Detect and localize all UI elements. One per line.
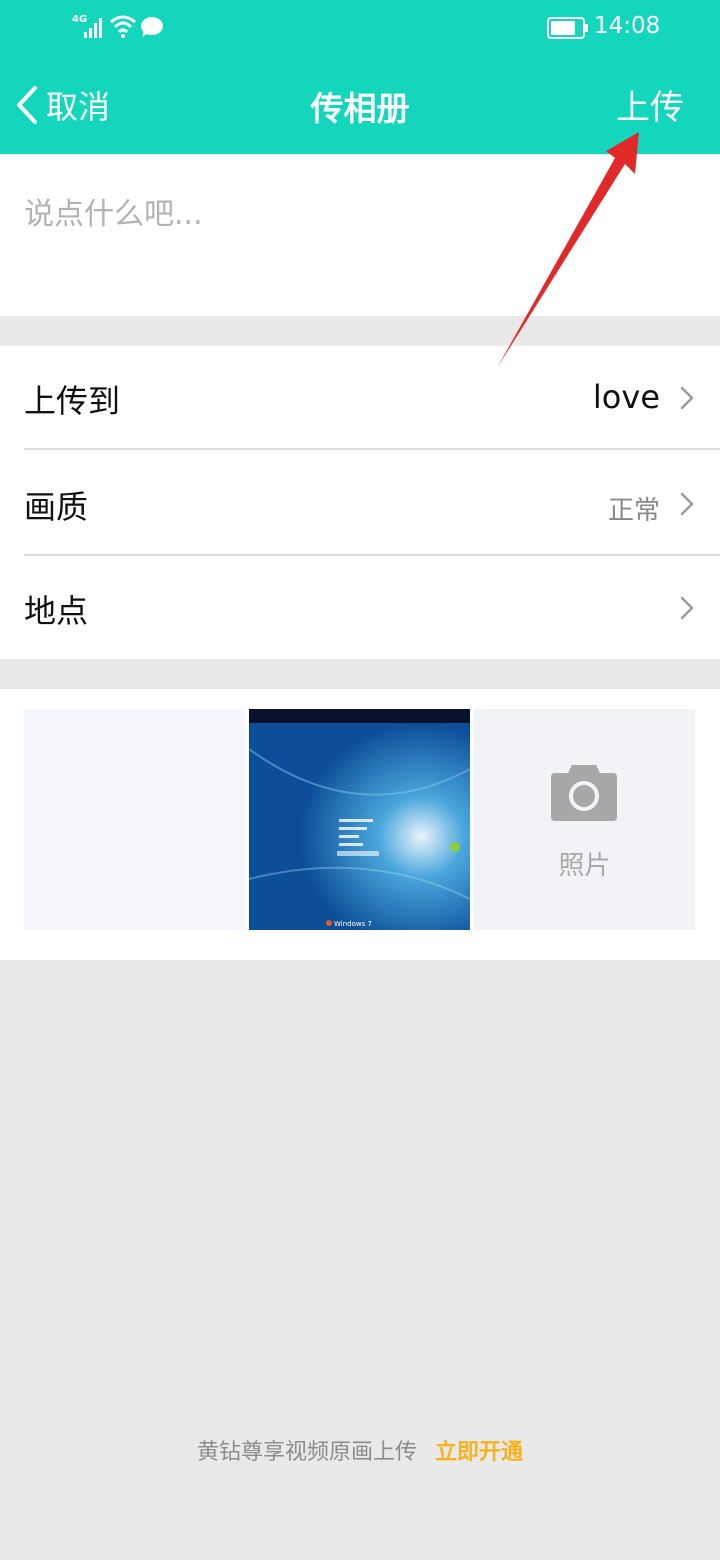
caption-input[interactable] <box>24 189 694 289</box>
photo-grid: Windows 7 照片 <box>0 689 720 960</box>
upload-destination-label: 上传到 <box>24 382 121 420</box>
chevron-right-icon <box>680 492 694 516</box>
battery-icon <box>547 17 588 39</box>
quality-label: 画质 <box>24 488 89 526</box>
quality-value: 正常 <box>607 496 660 526</box>
row-divider <box>24 448 720 450</box>
quality-row[interactable]: 画质 正常 <box>0 452 720 556</box>
location-label: 地点 <box>24 592 89 630</box>
vip-promo-text: 黄钻尊享视频原画上传 <box>196 1440 417 1465</box>
activate-vip-link[interactable]: 立即开通 <box>435 1440 523 1465</box>
vip-promo-bar: 黄钻尊享视频原画上传 立即开通 <box>0 1434 720 1466</box>
windows-desktop-photo: Windows 7 <box>249 709 470 930</box>
navigation-bar: 取消 传相册 上传 <box>0 56 720 154</box>
upload-settings-list: 上传到 love 画质 正常 地点 <box>0 346 720 659</box>
app-header: 4G 14:08 取消 传相册 上传 <box>0 0 720 154</box>
chevron-right-icon <box>680 596 694 620</box>
upload-destination-row[interactable]: 上传到 love <box>0 346 720 450</box>
location-row[interactable]: 地点 <box>0 556 720 660</box>
message-bubble-icon <box>141 17 163 37</box>
compose-area <box>0 155 720 316</box>
add-photo-button[interactable]: 照片 <box>474 709 695 930</box>
album-name-value: love <box>592 378 660 416</box>
add-photo-label: 照片 <box>558 851 611 881</box>
page-title: 传相册 <box>310 89 410 128</box>
camera-icon <box>551 765 617 821</box>
thumbnail-caption: Windows 7 <box>334 920 372 928</box>
selected-photo-thumbnail[interactable]: Windows 7 <box>249 709 470 930</box>
upload-button[interactable]: 上传 <box>616 80 684 129</box>
empty-photo-slot <box>24 709 245 930</box>
clock: 14:08 <box>594 13 661 39</box>
cellular-signal-icon <box>84 18 102 38</box>
chevron-right-icon <box>680 386 694 410</box>
status-bar: 4G 14:08 <box>0 0 720 56</box>
wifi-icon <box>110 15 136 38</box>
